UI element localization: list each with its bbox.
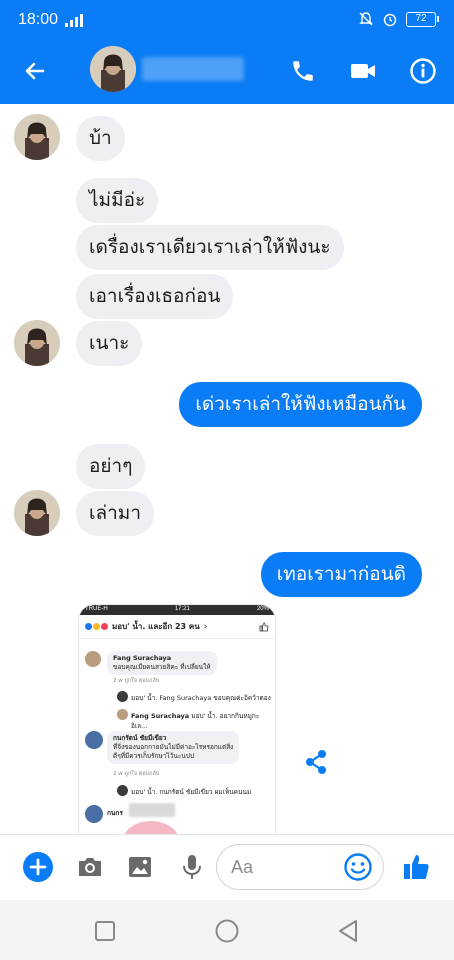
- incoming-message[interactable]: เล่ามา: [76, 491, 154, 536]
- camera-icon: [79, 858, 101, 876]
- incoming-message[interactable]: อย่าๆ: [76, 444, 146, 489]
- share-icon: [306, 750, 326, 774]
- microphone-icon: [183, 855, 201, 879]
- sender-photo: [14, 114, 60, 160]
- sender-photo: [14, 490, 60, 536]
- contact-avatar[interactable]: [90, 46, 136, 92]
- incoming-message[interactable]: บ้า: [76, 116, 125, 161]
- reply-avatar: [117, 709, 128, 720]
- message-input-container: [216, 844, 384, 890]
- back-button[interactable]: [18, 54, 52, 88]
- conversation-info-button[interactable]: [406, 54, 440, 88]
- sender-avatar[interactable]: [14, 320, 60, 366]
- thumbs-up-outline-icon: [259, 622, 269, 631]
- image-icon: [129, 857, 151, 877]
- incoming-message[interactable]: เอาเรื่องเธอก่อน: [76, 274, 234, 319]
- sticker-image: [123, 821, 179, 834]
- camera-button[interactable]: [74, 851, 106, 883]
- video-camera-icon: [351, 64, 375, 78]
- thumbs-up-icon: [404, 855, 429, 879]
- outgoing-message[interactable]: เทอเรามาก่อนดิ: [260, 552, 422, 597]
- info-icon: [410, 58, 436, 84]
- circle-icon: [215, 919, 239, 943]
- contact-name: [142, 57, 244, 81]
- reply-avatar: [117, 691, 128, 702]
- system-navigation-bar: [0, 900, 454, 960]
- chevron-right-icon: ›: [203, 621, 208, 632]
- shared-comment: กนกรัตน์ ชัยมีเขียว ที่จิ่งของนอกกายมันไ…: [107, 731, 240, 764]
- square-icon: [95, 921, 115, 941]
- incoming-message[interactable]: ไม่มีอ่ะ: [76, 178, 159, 223]
- message-list[interactable]: บ้า ไม่มีอ่ะ เดรื่องเราเดียวเราเล่าให้ฟั…: [0, 104, 454, 834]
- gallery-button[interactable]: [124, 851, 156, 883]
- emoji-button[interactable]: [343, 852, 373, 882]
- video-call-button[interactable]: [346, 54, 380, 88]
- bell-off-icon: [359, 12, 373, 26]
- status-bar: 18:00 72: [0, 0, 454, 38]
- shared-reactions-bar: มอบ' น้ำ. และอีก 23 คน ›: [79, 615, 275, 639]
- conversation-header: [0, 38, 454, 104]
- commenter-avatar: [85, 805, 103, 823]
- outgoing-message[interactable]: เด่วเราเล่าให้ฟังเหมือนกัน: [179, 382, 422, 427]
- phone-icon: [293, 61, 313, 81]
- share-button[interactable]: [302, 748, 330, 776]
- status-time: 18:00: [18, 11, 59, 28]
- voice-call-button[interactable]: [286, 54, 320, 88]
- contact-photo: [90, 46, 136, 92]
- voice-message-button[interactable]: [176, 851, 208, 883]
- shared-status-bar: TRUE-H 17:21 20%: [79, 605, 275, 615]
- incoming-message[interactable]: เนาะ: [76, 321, 143, 366]
- shared-comment: Fang Surachaya ขอบคุณเมียคนสวยสิคะ ที่เป…: [107, 651, 217, 675]
- message-input[interactable]: [231, 855, 341, 879]
- sender-avatar[interactable]: [14, 114, 60, 160]
- reaction-icons: [85, 623, 108, 630]
- redacted-name: [129, 803, 175, 817]
- shared-screenshot-image[interactable]: TRUE-H 17:21 20% มอบ' น้ำ. และอีก 23 คน …: [78, 604, 276, 834]
- recent-apps-button[interactable]: [92, 918, 118, 944]
- plus-circle-icon: [23, 852, 53, 882]
- sender-avatar[interactable]: [14, 490, 60, 536]
- battery-indicator: 72: [406, 11, 439, 27]
- smiley-icon: [344, 853, 372, 881]
- home-button[interactable]: [214, 918, 240, 944]
- commenter-avatar: [85, 651, 101, 667]
- back-arrow-icon: [25, 62, 45, 80]
- reply-avatar: [117, 785, 128, 796]
- system-back-button[interactable]: [336, 918, 362, 944]
- sender-photo: [14, 320, 60, 366]
- signal-icon: [65, 14, 83, 27]
- triangle-back-icon: [339, 920, 357, 942]
- commenter-avatar: [85, 731, 103, 749]
- like-button[interactable]: [400, 851, 432, 883]
- incoming-message[interactable]: เดรื่องเราเดียวเราเล่าให้ฟังนะ: [76, 225, 344, 270]
- messenger-chat-screen: 18:00 72 บ้า ไม่มีอ่ะ เดรื่องเราเดียวเรา…: [0, 0, 454, 960]
- message-composer: [0, 834, 454, 900]
- alarm-icon: [383, 13, 397, 27]
- more-actions-button[interactable]: [22, 851, 54, 883]
